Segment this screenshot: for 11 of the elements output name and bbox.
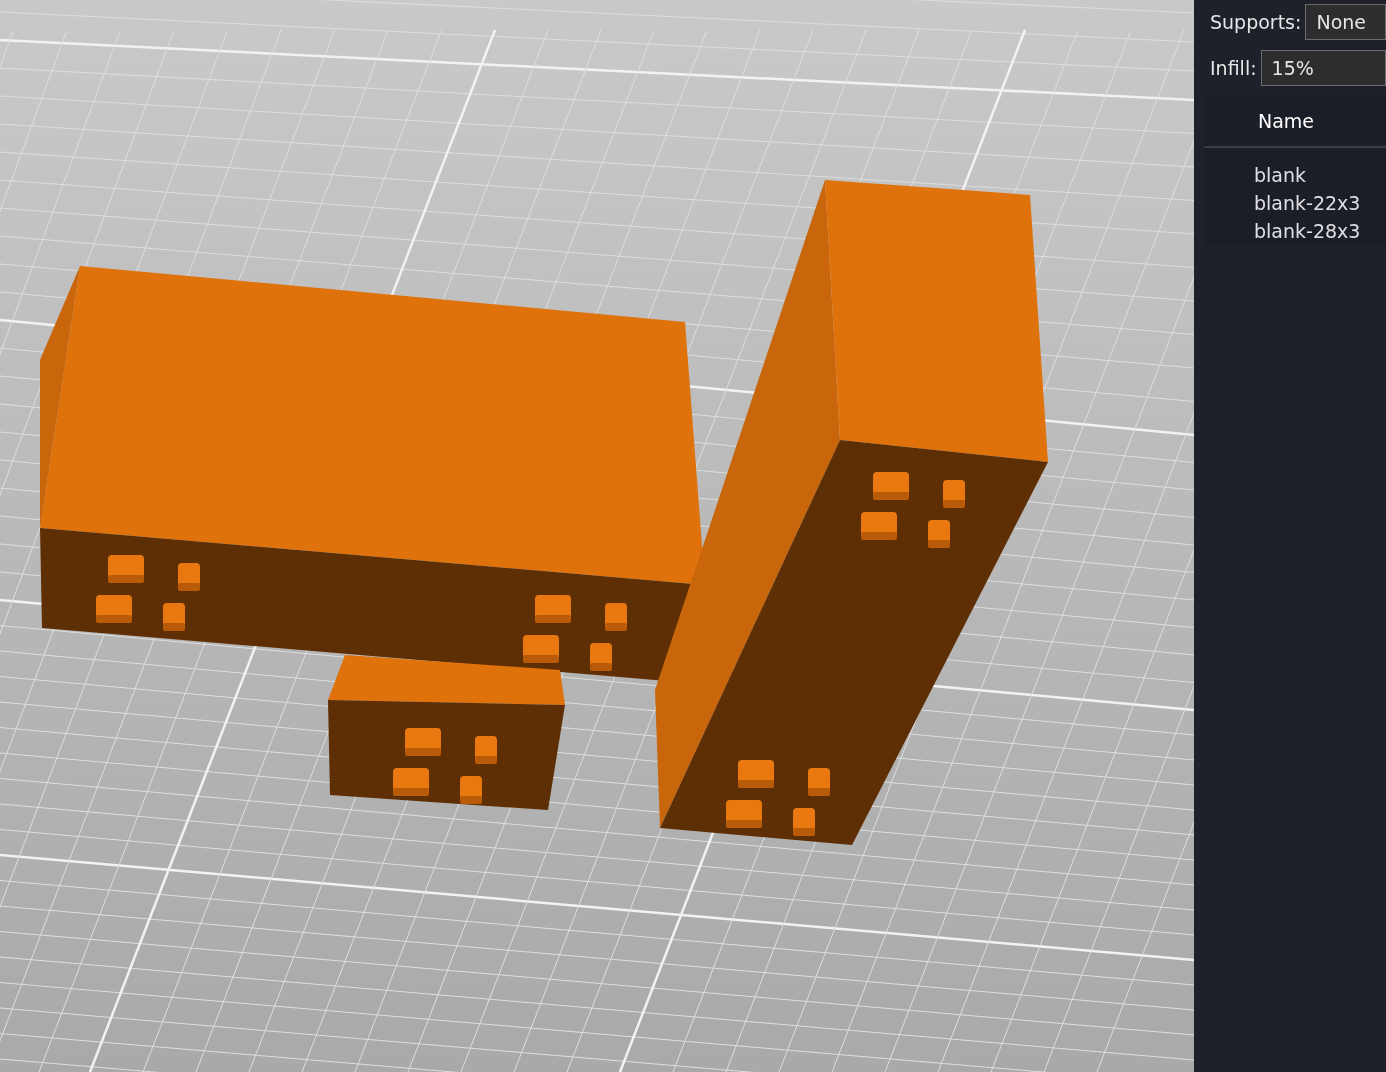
object-list-item[interactable]: blank (1204, 162, 1386, 190)
box-model-drawing[interactable] (655, 180, 1048, 845)
setting-label: Infill: (1210, 57, 1257, 79)
box-model-drawing[interactable] (328, 655, 565, 810)
object-list-item[interactable]: blank-22x3 (1204, 190, 1386, 218)
setting-combo-field[interactable]: 15% (1260, 50, 1386, 86)
object-list-item[interactable]: blank-28x3 (1204, 218, 1386, 246)
setting-combo-field[interactable]: None (1305, 4, 1386, 40)
column-header[interactable]: Name (1258, 110, 1315, 132)
setting-label: Supports: (1210, 11, 1302, 33)
box-model-drawing[interactable] (40, 266, 705, 683)
